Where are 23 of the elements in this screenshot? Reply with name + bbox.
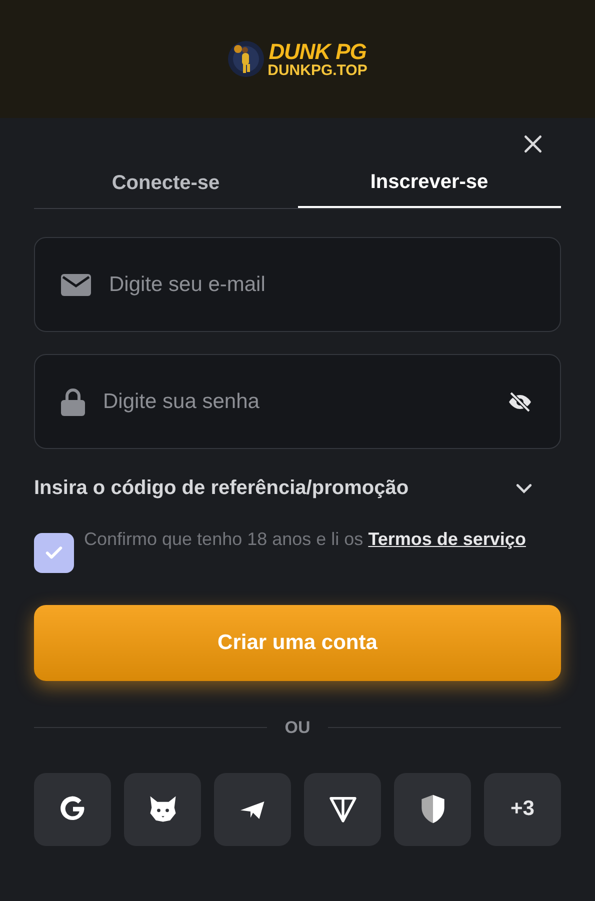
text-input[interactable]: Digite seu e-mail [109, 268, 534, 300]
social-login-button[interactable] [304, 772, 381, 846]
checkbox[interactable] [34, 533, 74, 573]
close-icon [522, 133, 544, 155]
eye-off-icon [506, 390, 534, 414]
promo-code-toggle[interactable]: Insira o código de referência/promoção [34, 473, 561, 503]
envelope-icon [61, 274, 91, 296]
social-login-button[interactable] [124, 772, 201, 846]
tab[interactable]: Conecte-se [34, 158, 298, 208]
lock-icon [61, 388, 85, 416]
email-field[interactable]: Digite seu e-mail [34, 237, 561, 332]
divider-label: OU [284, 717, 310, 739]
text-input[interactable]: Digite sua senha [103, 386, 488, 418]
social-login-button[interactable] [394, 772, 471, 846]
terms-link[interactable]: Termos de serviço [368, 529, 526, 549]
logo-subtitle: DUNKPG.TOP [268, 62, 368, 78]
logo-title: DUNK PG [268, 40, 366, 62]
social-login-button[interactable] [214, 772, 291, 846]
social-login-button[interactable] [34, 772, 111, 846]
tab[interactable]: Inscrever-se [298, 158, 561, 208]
password-field[interactable]: Digite sua senha [34, 354, 561, 449]
social-login-button[interactable]: +3 [484, 772, 561, 846]
terms-text: Confirmo que tenho 18 anos e li os Termos de serviço [84, 528, 526, 551]
